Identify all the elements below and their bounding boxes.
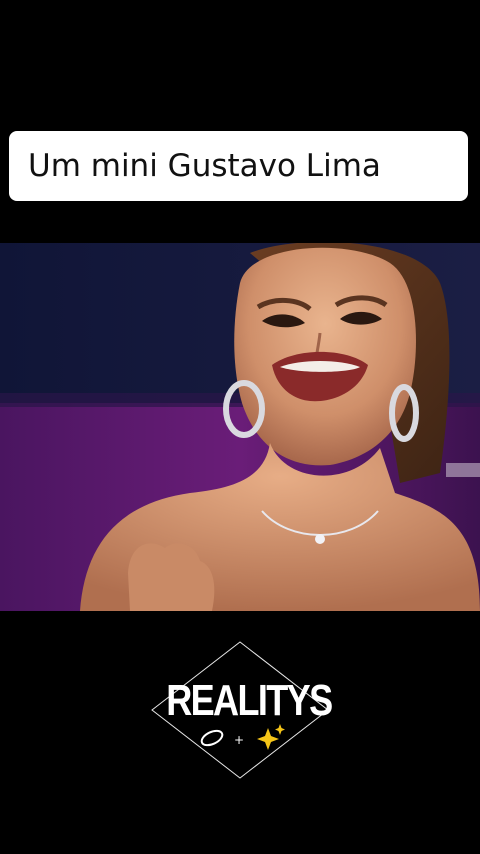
logo-text: REALITYS xyxy=(166,676,333,725)
video-frame xyxy=(0,243,480,611)
video-image xyxy=(0,243,480,611)
caption-box: Um mini Gustavo Lima xyxy=(9,131,468,201)
caption-text: Um mini Gustavo Lima xyxy=(28,148,381,184)
plus-icon: + xyxy=(234,733,244,747)
channel-logo: + REALITYS xyxy=(150,640,333,780)
ring-icon xyxy=(200,729,224,747)
